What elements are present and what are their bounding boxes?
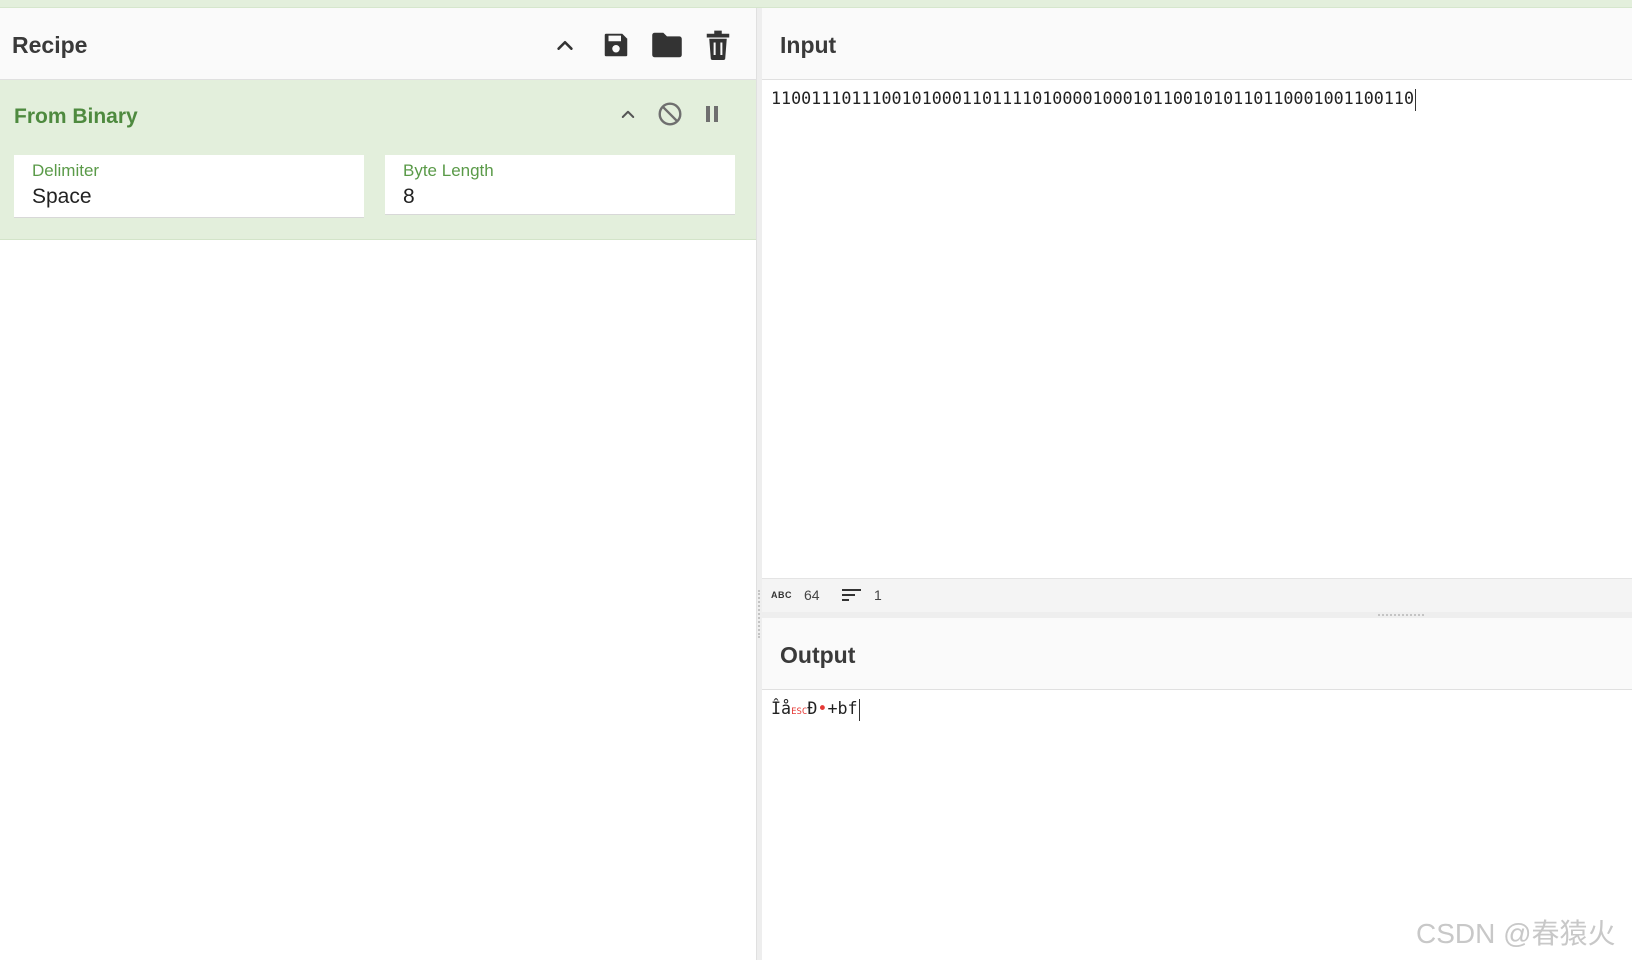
operation-title: From Binary <box>14 105 138 128</box>
length-stat: ABC 64 <box>771 587 820 603</box>
collapse-operation-button[interactable] <box>612 98 644 130</box>
byte-length-label: Byte Length <box>403 161 494 180</box>
horizontal-resize-handle[interactable] <box>1378 614 1424 616</box>
output-text-part3: +bf <box>827 698 858 718</box>
save-icon <box>604 33 628 57</box>
control-char-dot: • <box>817 698 828 718</box>
input-pane: Input 1100111011100101000110111101000010… <box>762 8 1632 578</box>
delimiter-field[interactable]: Delimiter Space <box>14 155 364 218</box>
output-text-part1: Îå <box>771 698 792 718</box>
length-value: 64 <box>804 587 820 603</box>
byte-length-field[interactable]: Byte Length 8 <box>385 155 735 215</box>
recipe-pane: Recipe From Binary Delimiter Space Byte … <box>0 8 756 960</box>
abc-icon: ABC <box>771 590 792 600</box>
chevron-up-icon <box>557 40 573 50</box>
lines-icon <box>842 589 861 601</box>
output-title: Output <box>780 642 856 668</box>
text-caret <box>858 698 860 721</box>
delimiter-label: Delimiter <box>32 161 100 180</box>
operation-from-binary[interactable]: From Binary Delimiter Space Byte Length … <box>0 80 756 240</box>
output-header: Output <box>762 618 1632 690</box>
delimiter-value[interactable]: Space <box>32 185 92 209</box>
pause-icon <box>706 106 718 122</box>
chevron-up-icon <box>621 110 635 118</box>
input-textarea[interactable]: 1100111011100101000110111101000010001011… <box>771 88 1416 111</box>
output-pane: Output ÎåESCÐ•+bf <box>762 618 1632 960</box>
disable-icon <box>658 102 682 126</box>
recipe-header: Recipe <box>0 8 756 80</box>
output-text-part2: Ð <box>807 698 818 718</box>
vertical-resize-handle[interactable] <box>758 590 760 638</box>
input-value: 1100111011100101000110111101000010001011… <box>771 88 1414 108</box>
recipe-title: Recipe <box>12 32 88 58</box>
top-bar <box>0 0 1632 8</box>
collapse-all-button[interactable] <box>548 28 582 62</box>
byte-length-value[interactable]: 8 <box>403 185 415 209</box>
input-status-bar: ABC 64 1 <box>762 578 1632 612</box>
text-caret <box>1415 88 1416 111</box>
input-header: Input <box>762 8 1632 80</box>
clear-recipe-button[interactable] <box>701 28 735 62</box>
trash-icon <box>706 30 730 60</box>
load-recipe-button[interactable] <box>650 28 684 62</box>
disable-operation-button[interactable] <box>654 98 686 130</box>
esc-control-char: ESC <box>791 707 808 717</box>
lines-value: 1 <box>874 587 882 603</box>
watermark: CSDN @春猿火 <box>1416 918 1616 949</box>
folder-icon <box>652 32 682 58</box>
output-textarea[interactable]: ÎåESCÐ•+bf <box>771 698 860 721</box>
breakpoint-button[interactable] <box>696 98 728 130</box>
save-recipe-button[interactable] <box>599 28 633 62</box>
lines-stat: 1 <box>842 587 882 603</box>
input-title: Input <box>780 32 837 58</box>
